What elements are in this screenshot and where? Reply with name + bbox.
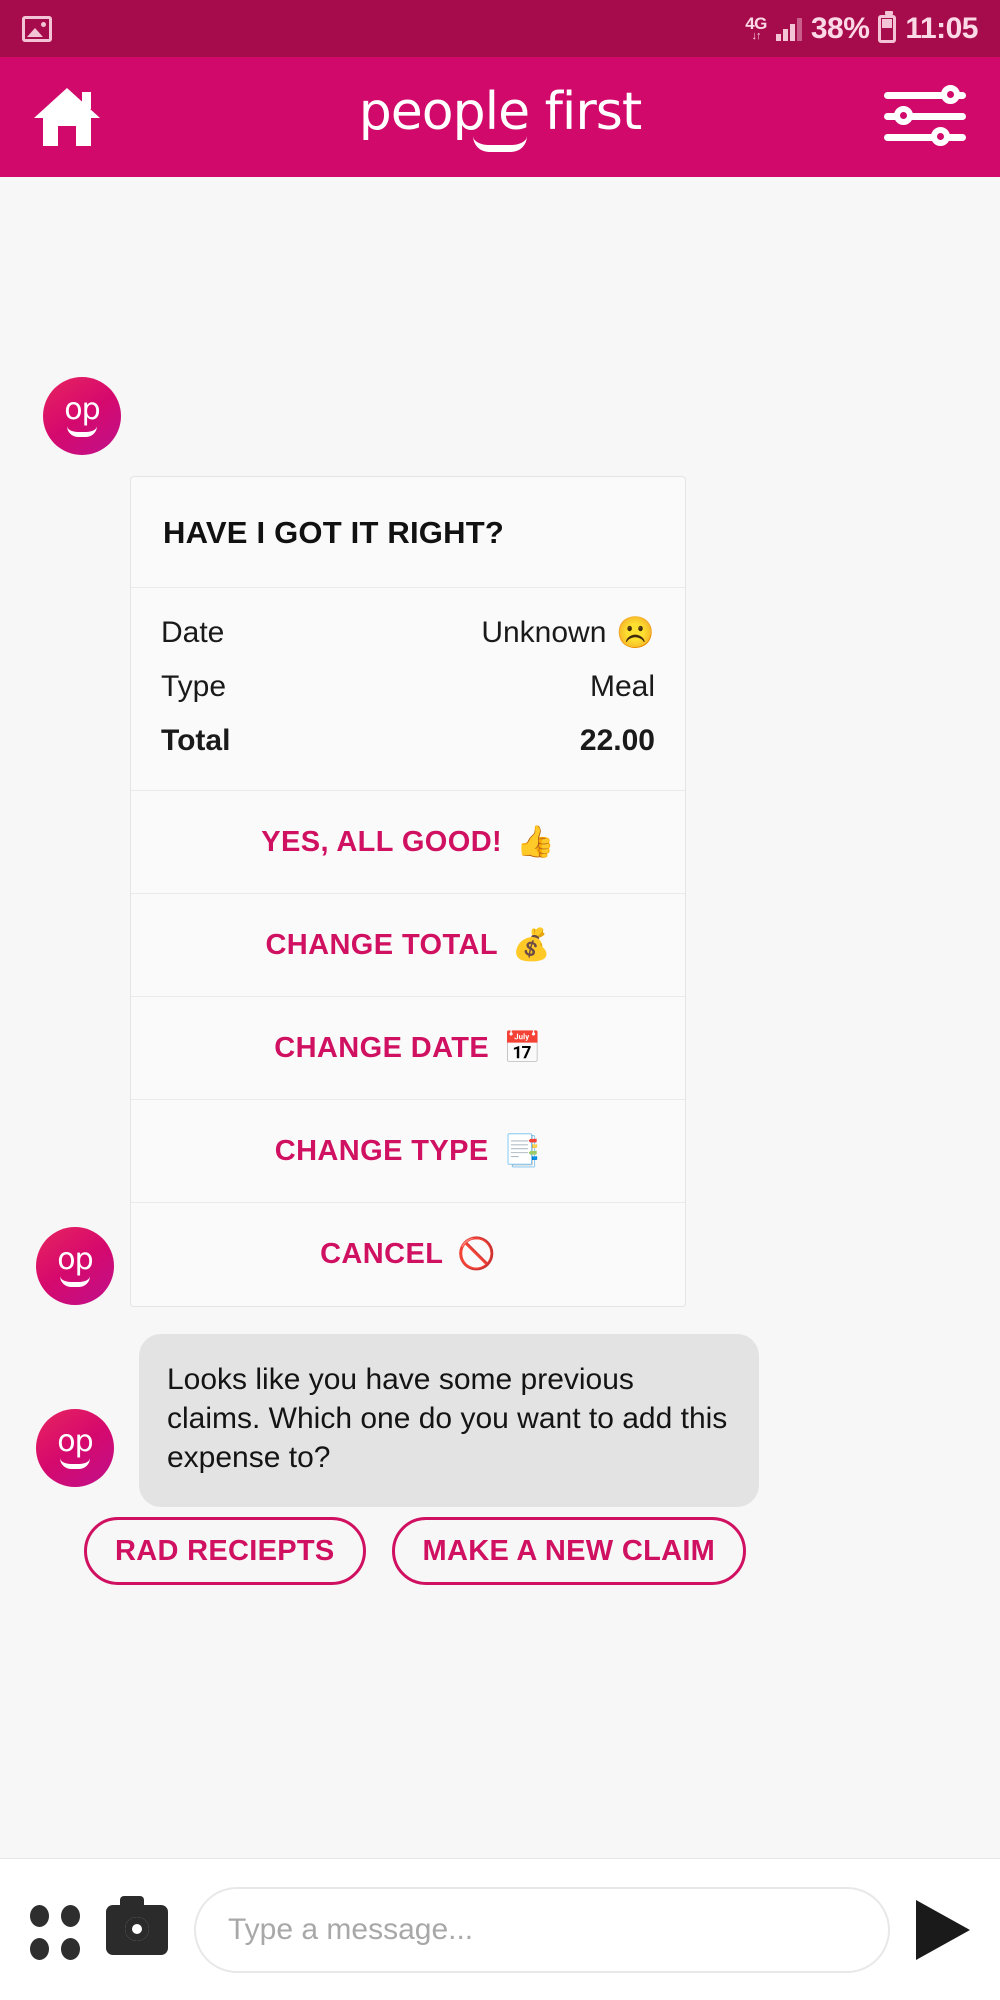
detail-value-text: Unknown (481, 616, 607, 649)
avatar-smile-icon (60, 1458, 90, 1469)
detail-value: Unknown ☹️ (481, 616, 655, 650)
quick-reply-make-a-new-claim[interactable]: MAKE A NEW CLAIM (391, 1517, 747, 1585)
detail-label: Type (161, 670, 227, 703)
home-icon[interactable] (34, 88, 100, 146)
message-composer (0, 1858, 1000, 2000)
yes-all-good-button[interactable]: YES, ALL GOOD! 👍 (131, 791, 685, 894)
avatar: op (36, 1227, 114, 1305)
cancel-button[interactable]: CANCEL 🚫 (131, 1203, 685, 1306)
avatar-initials: op (64, 391, 100, 427)
chat-area: op op op HAVE I GOT IT RIGHT? Date Unkno… (0, 177, 1000, 1858)
action-label: CANCEL (320, 1238, 444, 1270)
avatar-initials: op (57, 1241, 93, 1277)
detail-row-type: Type Meal (161, 660, 655, 714)
chat-bubble: Looks like you have some previous claims… (139, 1334, 759, 1507)
action-label: CHANGE TYPE (274, 1134, 489, 1167)
change-date-button[interactable]: CHANGE DATE 📅 (131, 997, 685, 1100)
app-root: 4G ↓↑ 38% 11:05 people first op op op HA… (0, 0, 1000, 2000)
avatar-smile-icon (60, 1276, 90, 1287)
avatar-smile-icon (67, 426, 97, 437)
detail-row-date: Date Unknown ☹️ (161, 606, 655, 660)
detail-label: Total (161, 724, 231, 757)
money-bag-icon: 💰 (511, 926, 551, 963)
prohibited-icon: 🚫 (457, 1236, 496, 1272)
card-header: HAVE I GOT IT RIGHT? (131, 477, 685, 588)
detail-label: Date (161, 616, 225, 649)
brand-title: people first (358, 82, 642, 142)
detail-value-text: Meal (589, 670, 655, 703)
app-header: people first (0, 57, 1000, 177)
status-bar-left (22, 15, 52, 42)
grid-icon[interactable] (30, 1904, 80, 1960)
avatar-initials: op (57, 1423, 93, 1459)
quick-reply-label: RAD RECIEPTS (115, 1534, 335, 1567)
card-title: HAVE I GOT IT RIGHT? (163, 515, 504, 550)
confirmation-card: HAVE I GOT IT RIGHT? Date Unknown ☹️ Typ… (130, 476, 686, 1307)
network-arrows-icon: ↓↑ (751, 30, 762, 42)
detail-rows: Date Unknown ☹️ Type Meal Total 22.00 (131, 588, 685, 791)
detail-value: Meal (590, 670, 655, 704)
sliders-icon[interactable] (884, 85, 966, 148)
send-icon[interactable] (916, 1899, 970, 1960)
brand-smile-icon (473, 136, 527, 152)
status-bar: 4G ↓↑ 38% 11:05 (0, 0, 1000, 57)
chat-bubble-text: Looks like you have some previous claims… (167, 1363, 728, 1474)
message-input[interactable] (228, 1912, 856, 1947)
quick-reply-row: RAD RECIEPTS MAKE A NEW CLAIM (84, 1517, 747, 1585)
document-icon: 📑 (502, 1132, 542, 1169)
camera-icon[interactable] (106, 1895, 168, 1955)
network-indicator: 4G ↓↑ (745, 15, 767, 42)
clock-label: 11:05 (905, 11, 978, 45)
avatar: op (36, 1409, 114, 1487)
message-input-wrapper[interactable] (194, 1886, 890, 1973)
action-label: YES, ALL GOOD! (261, 825, 503, 858)
thumbs-up-icon: 👍 (516, 823, 555, 860)
detail-row-total: Total 22.00 (161, 714, 655, 768)
sad-face-icon: ☹️ (616, 614, 655, 651)
quick-reply-label: MAKE A NEW CLAIM (422, 1534, 716, 1567)
avatar: op (43, 377, 121, 455)
change-type-button[interactable]: CHANGE TYPE 📑 (131, 1100, 685, 1203)
action-label: CHANGE DATE (274, 1031, 490, 1064)
battery-icon (878, 10, 897, 43)
brand-logo: people first (0, 82, 1000, 152)
battery-percent-label: 38% (810, 11, 870, 45)
quick-reply-rad-reciepts[interactable]: RAD RECIEPTS (84, 1517, 366, 1585)
photo-icon (22, 15, 52, 42)
detail-value-text: 22.00 (579, 724, 655, 757)
change-total-button[interactable]: CHANGE TOTAL 💰 (131, 894, 685, 997)
signal-bars-icon (775, 17, 802, 41)
detail-value: 22.00 (580, 724, 655, 758)
calendar-icon: 📅 (503, 1029, 542, 1066)
status-bar-right: 4G ↓↑ 38% 11:05 (745, 10, 978, 46)
action-label: CHANGE TOTAL (265, 928, 498, 961)
